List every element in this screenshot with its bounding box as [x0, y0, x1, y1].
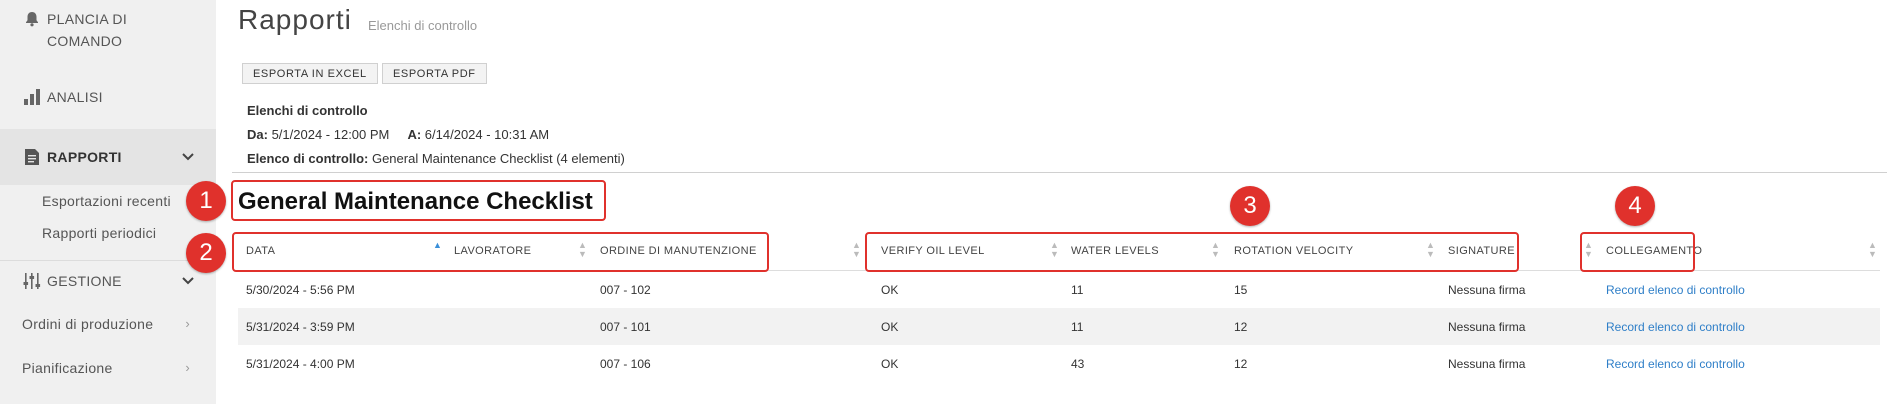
sidebar-item-label: GESTIONE	[47, 272, 122, 289]
cell-maintenance-order: 007 - 102	[600, 282, 651, 297]
cell-signature: Nessuna firma	[1448, 282, 1526, 297]
checklist-record-link[interactable]: Record elenco di controllo	[1606, 308, 1745, 345]
checklist-info: Elenco di controllo: General Maintenance…	[247, 151, 625, 166]
checklist-record-link[interactable]: Record elenco di controllo	[1606, 345, 1745, 382]
sidebar-item-label: Pianificazione	[22, 360, 113, 376]
cell-date: 5/30/2024 - 5:56 PM	[246, 282, 355, 297]
cell-verify-oil-level: OK	[881, 319, 899, 334]
cell-rotation-velocity: 12	[1234, 319, 1248, 334]
annotation-badge-4: 4	[1615, 186, 1655, 226]
annotation-badge-1: 1	[186, 181, 226, 221]
cell-signature: Nessuna firma	[1448, 319, 1526, 334]
cell-verify-oil-level: OK	[881, 356, 899, 371]
annotation-badge-3: 3	[1230, 186, 1270, 226]
chevron-right-icon: ›	[185, 316, 190, 331]
sidebar-item-production-orders[interactable]: Ordini di produzione ›	[0, 316, 216, 332]
annotation-box-link-column	[1580, 232, 1695, 272]
cell-signature: Nessuna firma	[1448, 356, 1526, 371]
table-row: 5/31/2024 - 4:00 PM 007 - 106 OK 43 12 N…	[238, 345, 1880, 382]
divider	[232, 172, 1887, 173]
chevron-right-icon: ›	[185, 360, 190, 375]
sidebar-item-label: ANALISI	[47, 89, 103, 105]
page-subtitle: Elenchi di controllo	[368, 18, 478, 33]
sidebar: PLANCIA DI COMANDO ANALISI RAPPORTI Espo…	[0, 0, 216, 404]
cell-verify-oil-level: OK	[881, 282, 899, 297]
cell-rotation-velocity: 15	[1234, 282, 1248, 297]
sidebar-subitem-periodic-reports[interactable]: Rapporti periodici	[42, 225, 156, 241]
cell-date: 5/31/2024 - 4:00 PM	[246, 356, 355, 371]
sidebar-subitem-recent-exports[interactable]: Esportazioni recenti	[42, 193, 171, 209]
checklist-value: General Maintenance Checklist (4 element…	[371, 151, 625, 166]
annotation-badge-2: 2	[186, 233, 226, 273]
sidebar-item-reports[interactable]: RAPPORTI	[0, 129, 216, 185]
sort-icon[interactable]: ▲ ▼	[852, 241, 861, 259]
info-heading: Elenchi di controllo	[247, 103, 368, 118]
annotation-box-title	[231, 180, 606, 221]
cell-rotation-velocity: 12	[1234, 356, 1248, 371]
table-row: 5/30/2024 - 5:56 PM 007 - 102 OK 11 15 N…	[238, 271, 1880, 308]
from-label: Da:	[247, 127, 268, 142]
sidebar-item-label: RAPPORTI	[47, 149, 122, 165]
cell-water-levels: 43	[1071, 356, 1085, 371]
bell-icon	[21, 8, 43, 30]
export-pdf-button[interactable]: ESPORTA PDF	[382, 63, 487, 84]
cell-date: 5/31/2024 - 3:59 PM	[246, 319, 355, 334]
chevron-down-icon[interactable]	[182, 150, 194, 164]
cell-maintenance-order: 007 - 106	[600, 356, 651, 371]
export-excel-button[interactable]: ESPORTA IN EXCEL	[242, 63, 378, 84]
page-title: Rapporti	[238, 4, 352, 35]
table-row: 5/31/2024 - 3:59 PM 007 - 101 OK 11 12 N…	[238, 308, 1880, 345]
cell-water-levels: 11	[1071, 282, 1084, 297]
bar-chart-icon	[21, 86, 43, 108]
sidebar-item-planning[interactable]: Pianificazione ›	[0, 360, 216, 376]
to-label: A:	[407, 127, 422, 142]
sidebar-item-dashboard[interactable]: PLANCIA DI COMANDO	[21, 8, 201, 52]
date-range: Da: 5/1/2024 - 12:00 PM A: 6/14/2024 - 1…	[247, 127, 549, 142]
sidebar-item-label: Ordini di produzione	[22, 316, 154, 332]
sort-icon[interactable]: ▲ ▼	[1868, 241, 1877, 259]
chevron-down-icon[interactable]	[182, 274, 194, 288]
cell-water-levels: 11	[1071, 319, 1084, 334]
checklist-record-link[interactable]: Record elenco di controllo	[1606, 271, 1745, 308]
cell-maintenance-order: 007 - 101	[600, 319, 651, 334]
annotation-box-checklist-columns	[865, 232, 1519, 272]
sidebar-item-analytics[interactable]: ANALISI	[21, 86, 237, 108]
checklist-label: Elenco di controllo:	[247, 151, 369, 166]
from-value: 5/1/2024 - 12:00 PM	[271, 127, 390, 142]
app-root: PLANCIA DI COMANDO ANALISI RAPPORTI Espo…	[0, 0, 1887, 404]
to-value: 6/14/2024 - 10:31 AM	[424, 127, 550, 142]
sliders-icon	[21, 270, 43, 292]
annotation-box-base-columns	[232, 232, 769, 272]
sidebar-item-label: PLANCIA DI COMANDO	[47, 11, 128, 49]
report-icon	[21, 146, 43, 168]
sidebar-item-management[interactable]: GESTIONE	[0, 260, 216, 300]
